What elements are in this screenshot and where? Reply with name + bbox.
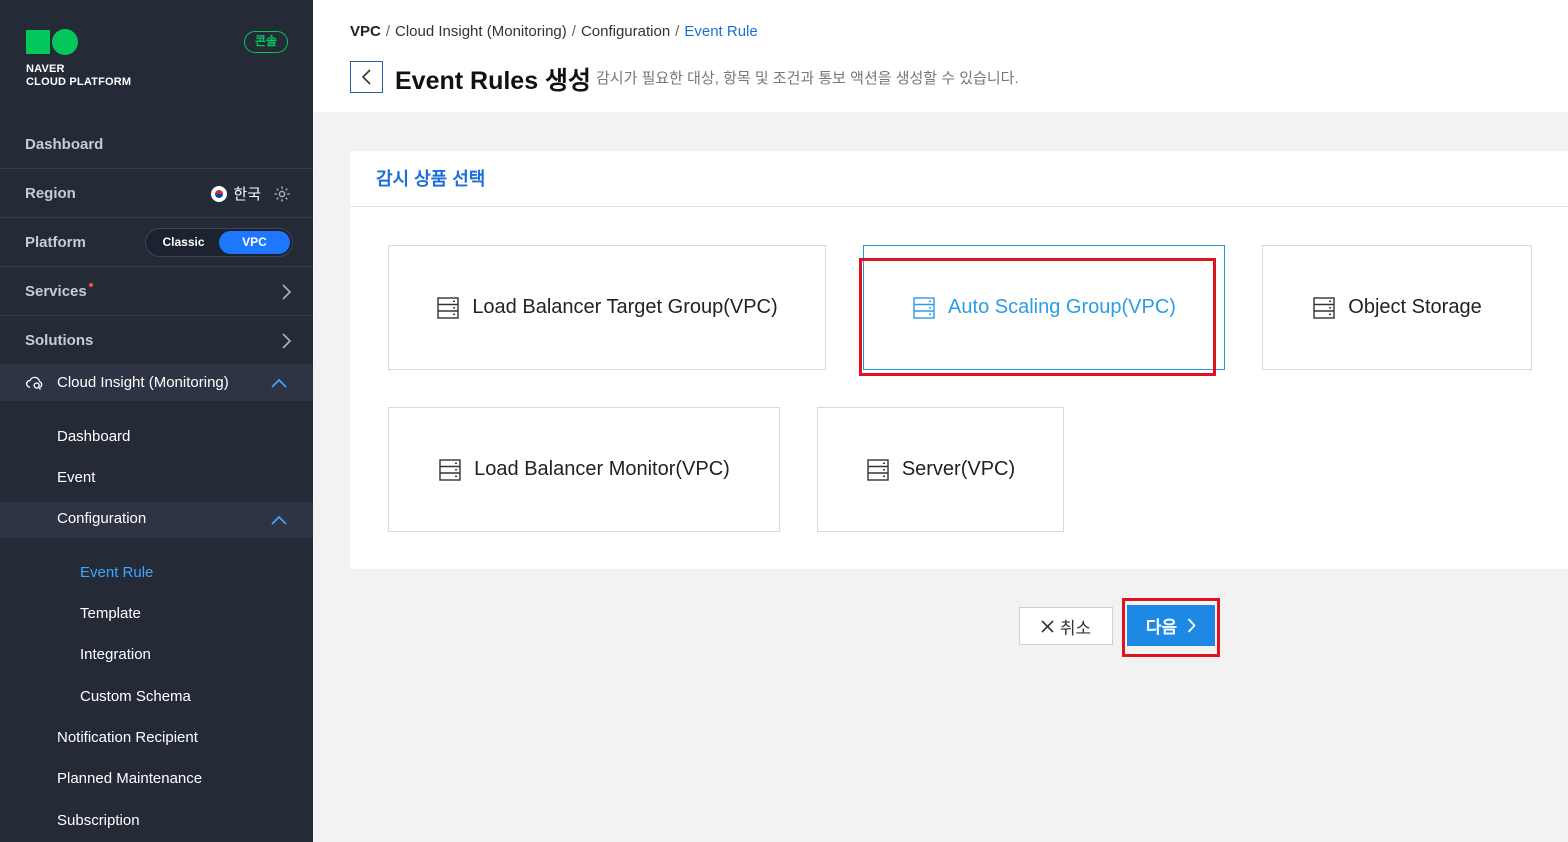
sidebar-item-label: Dashboard	[25, 136, 104, 153]
sidebar-subitem-template[interactable]: Template	[80, 605, 141, 622]
sidebar-subitem-custom-schema[interactable]: Custom Schema	[80, 688, 191, 705]
region-label: Region	[25, 185, 76, 202]
cloud-monitor-icon	[26, 376, 43, 390]
breadcrumb-item-configuration[interactable]: Configuration	[581, 23, 670, 40]
product-card-label: Server(VPC)	[901, 458, 1016, 480]
chevron-left-icon	[361, 69, 371, 85]
sidebar: NAVER CLOUD PLATFORM 콘솔 Dashboard Region…	[0, 0, 313, 842]
sidebar-subitem-planned-maintenance[interactable]: Planned Maintenance	[57, 770, 202, 787]
sidebar-subitem-configuration-row[interactable]	[0, 502, 313, 538]
naver-cloud-logo[interactable]: NAVER CLOUD PLATFORM	[26, 29, 132, 89]
region-value[interactable]: 한국	[233, 183, 261, 204]
chevron-up-icon	[271, 378, 287, 388]
sidebar-item-cloud-insight[interactable]: Cloud Insight (Monitoring)	[0, 364, 313, 401]
sidebar-item-region: Region 한국	[0, 170, 313, 218]
page-header: VPC / Cloud Insight (Monitoring) / Confi…	[313, 0, 1568, 112]
server-icon	[437, 296, 460, 319]
product-card-object-storage[interactable]: Object Storage	[1262, 245, 1532, 370]
logo-line2: CLOUD PLATFORM	[26, 76, 132, 88]
breadcrumb-separator: /	[385, 23, 391, 40]
server-icon	[439, 458, 461, 481]
product-card-label: Load Balancer Target Group(VPC)	[472, 296, 778, 318]
product-card-lb-monitor[interactable]: Load Balancer Monitor(VPC)	[388, 407, 780, 532]
sidebar-subitem-event[interactable]: Event	[57, 469, 95, 486]
product-card-label: Load Balancer Monitor(VPC)	[474, 458, 730, 480]
breadcrumb-separator: /	[571, 23, 576, 40]
chevron-right-icon	[282, 283, 291, 300]
sidebar-subitem-notification-recipient[interactable]: Notification Recipient	[57, 729, 198, 746]
platform-toggle[interactable]: Classic VPC	[145, 228, 293, 257]
sidebar-item-label: Cloud Insight (Monitoring)	[57, 374, 229, 391]
breadcrumb-separator: /	[675, 23, 680, 40]
panel-divider	[350, 206, 1568, 207]
server-icon	[867, 458, 889, 481]
breadcrumb: VPC / Cloud Insight (Monitoring) / Confi…	[350, 23, 758, 40]
sidebar-subitem-configuration[interactable]: Configuration	[57, 510, 146, 527]
highlight-box-selected-product	[859, 258, 1216, 376]
sidebar-subitem-dashboard[interactable]: Dashboard	[57, 428, 130, 445]
notification-dot	[88, 282, 93, 287]
platform-option-classic[interactable]: Classic	[148, 231, 219, 254]
platform-option-vpc[interactable]: VPC	[219, 231, 290, 254]
cancel-button[interactable]: 취소	[1019, 607, 1113, 645]
breadcrumb-item-vpc[interactable]: VPC	[350, 23, 381, 40]
breadcrumb-item-cloud-insight[interactable]: Cloud Insight (Monitoring)	[395, 23, 567, 40]
logo-mark-icon	[26, 29, 131, 55]
server-icon	[1313, 296, 1335, 319]
console-badge[interactable]: 콘솔	[244, 31, 288, 53]
sidebar-item-platform: Platform Classic VPC	[0, 219, 313, 267]
panel-title: 감시 상품 선택	[376, 169, 486, 189]
chevron-right-icon	[282, 332, 291, 349]
breadcrumb-item-event-rule: Event Rule	[684, 23, 758, 40]
gear-icon[interactable]	[273, 185, 291, 203]
close-icon	[1041, 619, 1054, 633]
back-button[interactable]	[350, 61, 383, 93]
page-title: Event Rules 생성	[395, 67, 592, 95]
page-description: 감시가 필요한 대상, 항목 및 조건과 통보 액션을 생성할 수 있습니다.	[596, 70, 1019, 87]
product-card-label: Object Storage	[1348, 296, 1482, 318]
sidebar-subitem-integration[interactable]: Integration	[80, 646, 151, 663]
sidebar-item-label: Solutions	[25, 332, 94, 349]
logo-line1: NAVER	[26, 63, 65, 75]
cancel-button-label: 취소	[1059, 618, 1092, 638]
sidebar-item-dashboard[interactable]: Dashboard	[0, 121, 313, 169]
product-card-lb-target-group[interactable]: Load Balancer Target Group(VPC)	[388, 245, 826, 370]
korea-flag-icon	[211, 185, 228, 202]
sidebar-subitem-subscription[interactable]: Subscription	[57, 812, 140, 829]
chevron-up-icon	[271, 515, 287, 525]
sidebar-item-label: Services	[25, 283, 87, 300]
platform-label: Platform	[25, 234, 86, 251]
product-card-server[interactable]: Server(VPC)	[817, 407, 1064, 532]
highlight-box-next-button	[1122, 598, 1220, 657]
sidebar-item-solutions[interactable]: Solutions	[0, 317, 313, 365]
sidebar-item-services[interactable]: Services	[0, 268, 313, 316]
sidebar-subitem-event-rule[interactable]: Event Rule	[80, 564, 153, 581]
